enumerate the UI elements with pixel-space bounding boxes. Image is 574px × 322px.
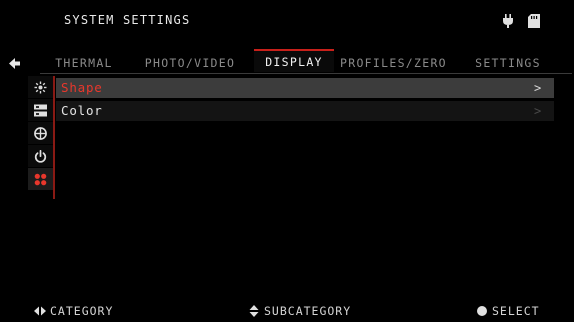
globe-icon	[34, 126, 47, 140]
status-bar	[502, 14, 540, 28]
hint-select: SELECT	[476, 304, 540, 318]
chevron-right-icon: >	[533, 104, 542, 118]
tab-profiles-zero[interactable]: PROFILES/ZERO	[340, 52, 446, 73]
sidebar-item-power[interactable]	[28, 145, 53, 167]
list-item-shape[interactable]: Shape >	[56, 78, 554, 98]
brightness-icon	[34, 81, 47, 93]
hint-subcategory: SUBCATEGORY	[248, 304, 351, 318]
sd-card-icon	[528, 14, 540, 28]
list-icon	[34, 104, 47, 116]
hint-select-label: SELECT	[492, 304, 540, 318]
settings-list: Shape > Color >	[56, 78, 554, 124]
subcategory-sidebar	[28, 76, 53, 191]
sidebar-item-display[interactable]	[28, 168, 53, 190]
back-arrow-icon[interactable]	[8, 57, 21, 70]
list-item-label: Color	[61, 103, 103, 118]
tab-photo-video[interactable]: PHOTO/VIDEO	[140, 52, 240, 73]
grid-dots-icon	[34, 173, 47, 185]
power-plug-icon	[503, 14, 513, 28]
tab-settings[interactable]: SETTINGS	[468, 52, 548, 73]
hint-category-label: CATEGORY	[50, 304, 114, 318]
control-hints: CATEGORY SUBCATEGORY SELECT	[0, 304, 574, 318]
sidebar-item-list[interactable]	[28, 99, 53, 121]
hint-subcategory-label: SUBCATEGORY	[264, 304, 352, 318]
tab-display[interactable]: DISPLAY	[254, 49, 334, 72]
page-title: SYSTEM SETTINGS	[64, 13, 191, 27]
list-item-color[interactable]: Color >	[56, 101, 554, 121]
power-icon	[34, 149, 47, 163]
sidebar-accent-line	[53, 76, 55, 199]
sidebar-item-brightness[interactable]	[28, 76, 53, 98]
tab-thermal[interactable]: THERMAL	[48, 52, 120, 73]
sidebar-item-globe[interactable]	[28, 122, 53, 144]
list-item-label: Shape	[61, 80, 103, 95]
left-right-arrows-icon	[34, 306, 46, 316]
hint-category: CATEGORY	[34, 304, 113, 318]
chevron-right-icon: >	[533, 81, 542, 95]
category-tabs: THERMAL PHOTO/VIDEO DISPLAY PROFILES/ZER…	[40, 49, 572, 74]
up-down-arrows-icon	[249, 305, 259, 317]
select-button-icon	[477, 306, 487, 316]
